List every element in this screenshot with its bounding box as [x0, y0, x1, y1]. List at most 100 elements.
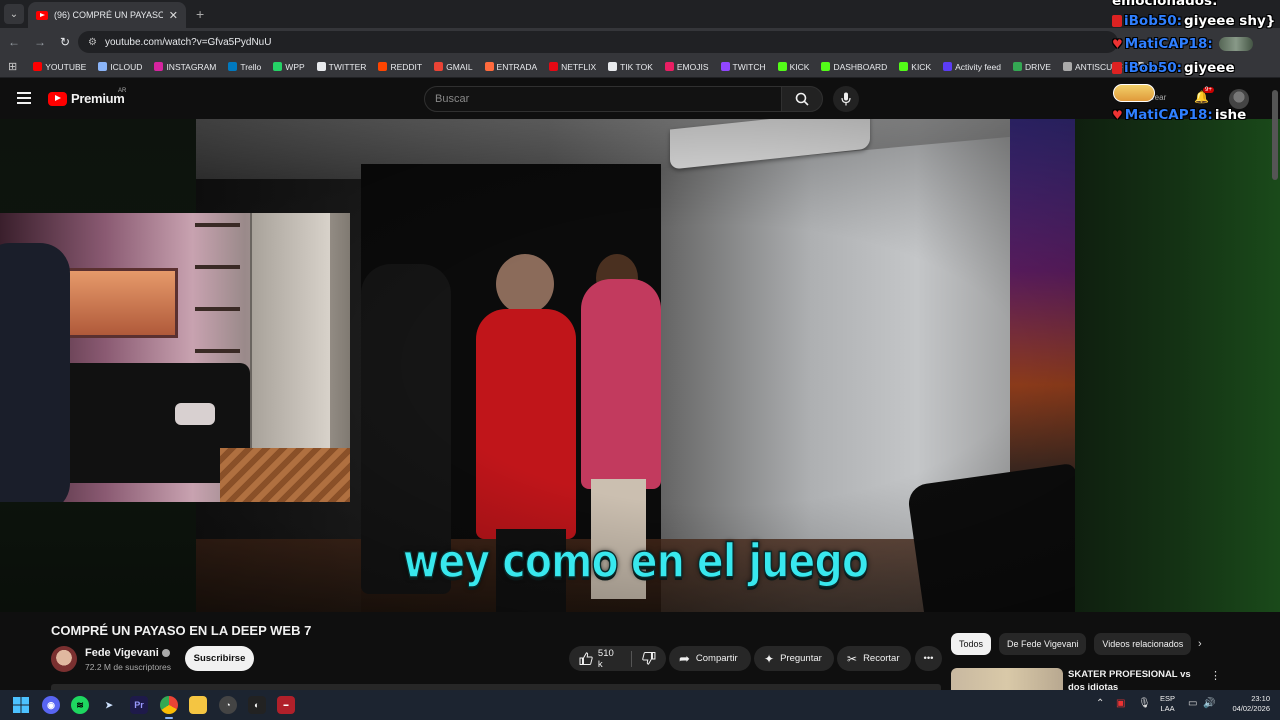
recommended-title[interactable]: SKATER PROFESIONAL vs dos idiotas — [1068, 668, 1203, 690]
bookmark-tik-tok[interactable]: TIK TOK — [602, 62, 659, 72]
volume-icon[interactable]: 🔊 — [1203, 698, 1215, 709]
steam-icon[interactable]: ➤ — [100, 696, 118, 714]
screen: ⌄ (96) COMPRÉ UN PAYASO EN LA ✕ + ← → ↻ … — [0, 0, 1280, 720]
clip-button[interactable]: ✂ Recortar — [837, 646, 911, 671]
recommended-menu-icon[interactable]: ⋮ — [1210, 669, 1221, 682]
chat-username: iBob50: — [1124, 60, 1183, 76]
bookmark-activity-feed[interactable]: Activity feed — [937, 62, 1007, 72]
bookmark-emojis[interactable]: EMOJIS — [659, 62, 715, 72]
bookmark-label: ENTRADA — [496, 61, 538, 72]
bookmark-favicon-icon — [378, 62, 388, 71]
heart-badge-icon: ♥ — [1112, 108, 1123, 122]
channel-avatar[interactable] — [51, 646, 77, 672]
chrome-icon[interactable] — [160, 696, 178, 714]
bookmark-favicon-icon — [154, 62, 164, 71]
chrome-active-indicator — [165, 717, 173, 719]
heart-badge-icon: ♥ — [1112, 37, 1123, 51]
recommended-thumbnail[interactable] — [951, 668, 1063, 690]
new-tab-button[interactable]: + — [196, 6, 204, 22]
chat-message: ♥ MatiCAP18: — [1112, 36, 1253, 52]
file-explorer-icon[interactable] — [189, 696, 207, 714]
bookmark-favicon-icon — [316, 62, 326, 71]
bookmarks-bar: ⊞ YOUTUBE ICLOUD INSTAGRAM Trello WPP TWITTER… — [0, 56, 1280, 78]
subscribe-button[interactable]: Suscribirse — [185, 646, 254, 671]
chat-message: iBob50: giyeee — [1112, 60, 1235, 76]
chat-partial-text: emocionados: — [1112, 0, 1218, 9]
bookmark-drive[interactable]: DRIVE — [1007, 62, 1057, 72]
tab-close-icon[interactable]: ✕ — [169, 9, 178, 22]
browser-tab-active[interactable]: (96) COMPRÉ UN PAYASO EN LA ✕ — [28, 2, 186, 28]
back-icon[interactable]: ← — [8, 35, 20, 49]
youtube-premium-logo[interactable]: Premium AR — [48, 88, 126, 106]
bookmark-favicon-icon — [821, 62, 831, 71]
webcam-gaming-chair — [0, 243, 70, 502]
thumbs-down-icon[interactable] — [642, 652, 656, 665]
video-player[interactable]: wey como en el juego — [0, 119, 1280, 612]
channel-name-row[interactable]: Fede Vigevani — [85, 647, 170, 659]
tray-app-icon[interactable]: ▣ — [1116, 698, 1125, 709]
bookmark-favicon-icon — [98, 62, 108, 71]
bookmark-kick[interactable]: KICK — [772, 62, 816, 72]
bookmark-dashboard[interactable]: DASHBOARD — [815, 62, 893, 72]
more-actions-button[interactable]: ••• — [915, 646, 942, 671]
like-button[interactable]: 510 k — [579, 648, 621, 670]
streaming-app-icon[interactable]: ▬ — [277, 696, 295, 714]
bookmark-trello[interactable]: Trello — [222, 62, 267, 72]
chat-username: MatiCAP18: — [1124, 107, 1213, 123]
share-button[interactable]: ➦ Compartir — [669, 646, 751, 671]
tab-title: (96) COMPRÉ UN PAYASO EN LA — [54, 10, 163, 20]
tray-chevron-up-icon[interactable]: ⌃ — [1096, 698, 1104, 709]
reload-icon[interactable]: ↻ — [60, 35, 70, 49]
channel-name[interactable]: Fede Vigevani — [85, 647, 159, 659]
network-icon[interactable]: ▭ — [1188, 698, 1197, 709]
page-scrollbar[interactable] — [1272, 90, 1278, 180]
windows-start-icon[interactable] — [12, 696, 30, 714]
bookmark-favicon-icon — [434, 62, 444, 71]
bookmark-wpp[interactable]: WPP — [267, 62, 310, 72]
apps-grid-icon[interactable]: ⊞ — [8, 60, 17, 73]
filter-chip[interactable]: De Fede Vigevani — [999, 633, 1087, 655]
bookmark-instagram[interactable]: INSTAGRAM — [148, 62, 222, 72]
system-clock[interactable]: 23:10 04/02/2026 — [1224, 694, 1270, 714]
chevron-right-icon[interactable]: › — [1198, 638, 1202, 650]
menu-icon[interactable] — [17, 92, 31, 104]
site-info-icon[interactable]: ⚙ — [88, 37, 97, 48]
search-input[interactable]: Buscar — [424, 86, 782, 112]
premiere-pro-icon[interactable]: Pr — [130, 696, 148, 714]
forward-icon[interactable]: → — [34, 35, 46, 49]
filter-chip[interactable]: Videos relacionados — [1094, 633, 1192, 655]
address-bar[interactable]: ⚙ youtube.com/watch?v=Gfva5PydNuU — [78, 31, 1118, 53]
bookmark-icloud[interactable]: ICLOUD — [92, 62, 148, 72]
bookmark-label: NETFLIX — [561, 61, 597, 72]
bookmark-favicon-icon — [943, 62, 953, 71]
language-indicator[interactable]: ESP LAA — [1160, 694, 1175, 714]
chat-username: MatiCAP18: — [1124, 36, 1213, 52]
bookmark-favicon-icon — [273, 62, 283, 71]
bookmark-favicon-icon — [549, 62, 559, 71]
bookmark-gmail[interactable]: GMAIL — [428, 62, 478, 72]
bookmark-netflix[interactable]: NETFLIX — [543, 62, 602, 72]
ask-button[interactable]: ✦ Preguntar — [754, 646, 834, 671]
bookmark-label: YOUTUBE — [45, 61, 87, 72]
voice-search-button[interactable] — [833, 86, 859, 112]
bookmark-reddit[interactable]: REDDIT — [372, 62, 428, 72]
discord-icon[interactable]: ◉ — [42, 696, 60, 714]
browser-tab-strip: ⌄ (96) COMPRÉ UN PAYASO EN LA ✕ + — [0, 0, 1280, 28]
chat-badge-icon — [1112, 15, 1122, 27]
bookmark-twitter[interactable]: TWITTER — [311, 62, 373, 72]
tray-mic-icon[interactable]: 🎙 — [1138, 698, 1151, 709]
bookmark-youtube[interactable]: YOUTUBE — [27, 62, 92, 72]
bookmark-entrada[interactable]: ENTRADA — [479, 62, 544, 72]
search-button[interactable] — [781, 86, 823, 112]
ambient-right — [1075, 119, 1280, 612]
spotify-icon[interactable]: ≋ — [71, 696, 89, 714]
chat-emote-icon — [1218, 37, 1253, 51]
filter-chip[interactable]: Todos — [951, 633, 992, 655]
obs-icon[interactable]: ◐ — [248, 696, 266, 714]
youtube-header: Premium AR Buscar rear 🔔 9+ — [0, 79, 1280, 119]
bookmark-kick[interactable]: KICK — [893, 62, 937, 72]
chat-text: giyeee — [1184, 60, 1235, 76]
tab-search-icon[interactable]: ⌄ — [4, 4, 24, 24]
bookmark-twitch[interactable]: TWITCH — [715, 62, 772, 72]
app-icon[interactable]: ◔ — [219, 696, 237, 714]
